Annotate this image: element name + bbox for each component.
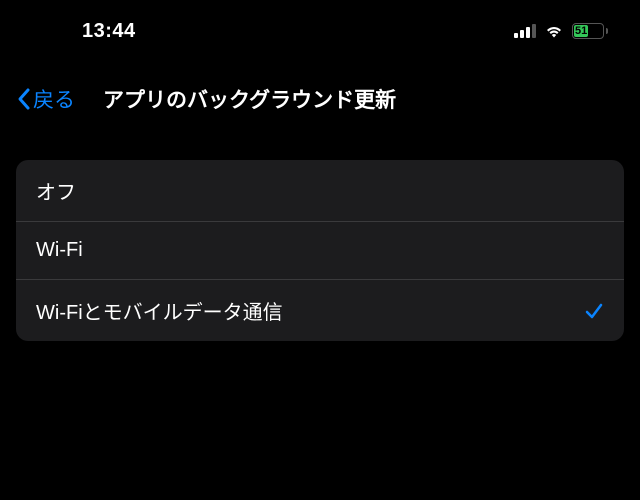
wifi-icon [544, 24, 564, 39]
battery-indicator: 51 [572, 23, 608, 39]
page-title: アプリのバックグラウンド更新 [103, 84, 396, 114]
chevron-left-icon [16, 87, 31, 111]
back-label: 戻る [33, 84, 75, 114]
battery-percent: 51 [575, 25, 587, 37]
status-bar: 13:44 51 [0, 0, 640, 56]
checkmark-icon [584, 301, 604, 321]
option-label: Wi-Fiとモバイルデータ通信 [36, 296, 283, 325]
status-indicators: 51 [514, 23, 608, 39]
back-button[interactable]: 戻る [16, 84, 75, 114]
option-label: Wi-Fi [36, 239, 83, 262]
option-wifi[interactable]: Wi-Fi [16, 222, 624, 280]
navigation-bar: 戻る アプリのバックグラウンド更新 [0, 56, 640, 130]
option-wifi-cellular[interactable]: Wi-Fiとモバイルデータ通信 [16, 280, 624, 341]
status-time: 13:44 [32, 20, 136, 43]
cellular-signal-icon [514, 24, 536, 38]
options-list: オフ Wi-Fi Wi-Fiとモバイルデータ通信 [16, 160, 624, 341]
option-label: オフ [36, 176, 76, 205]
option-off[interactable]: オフ [16, 160, 624, 222]
